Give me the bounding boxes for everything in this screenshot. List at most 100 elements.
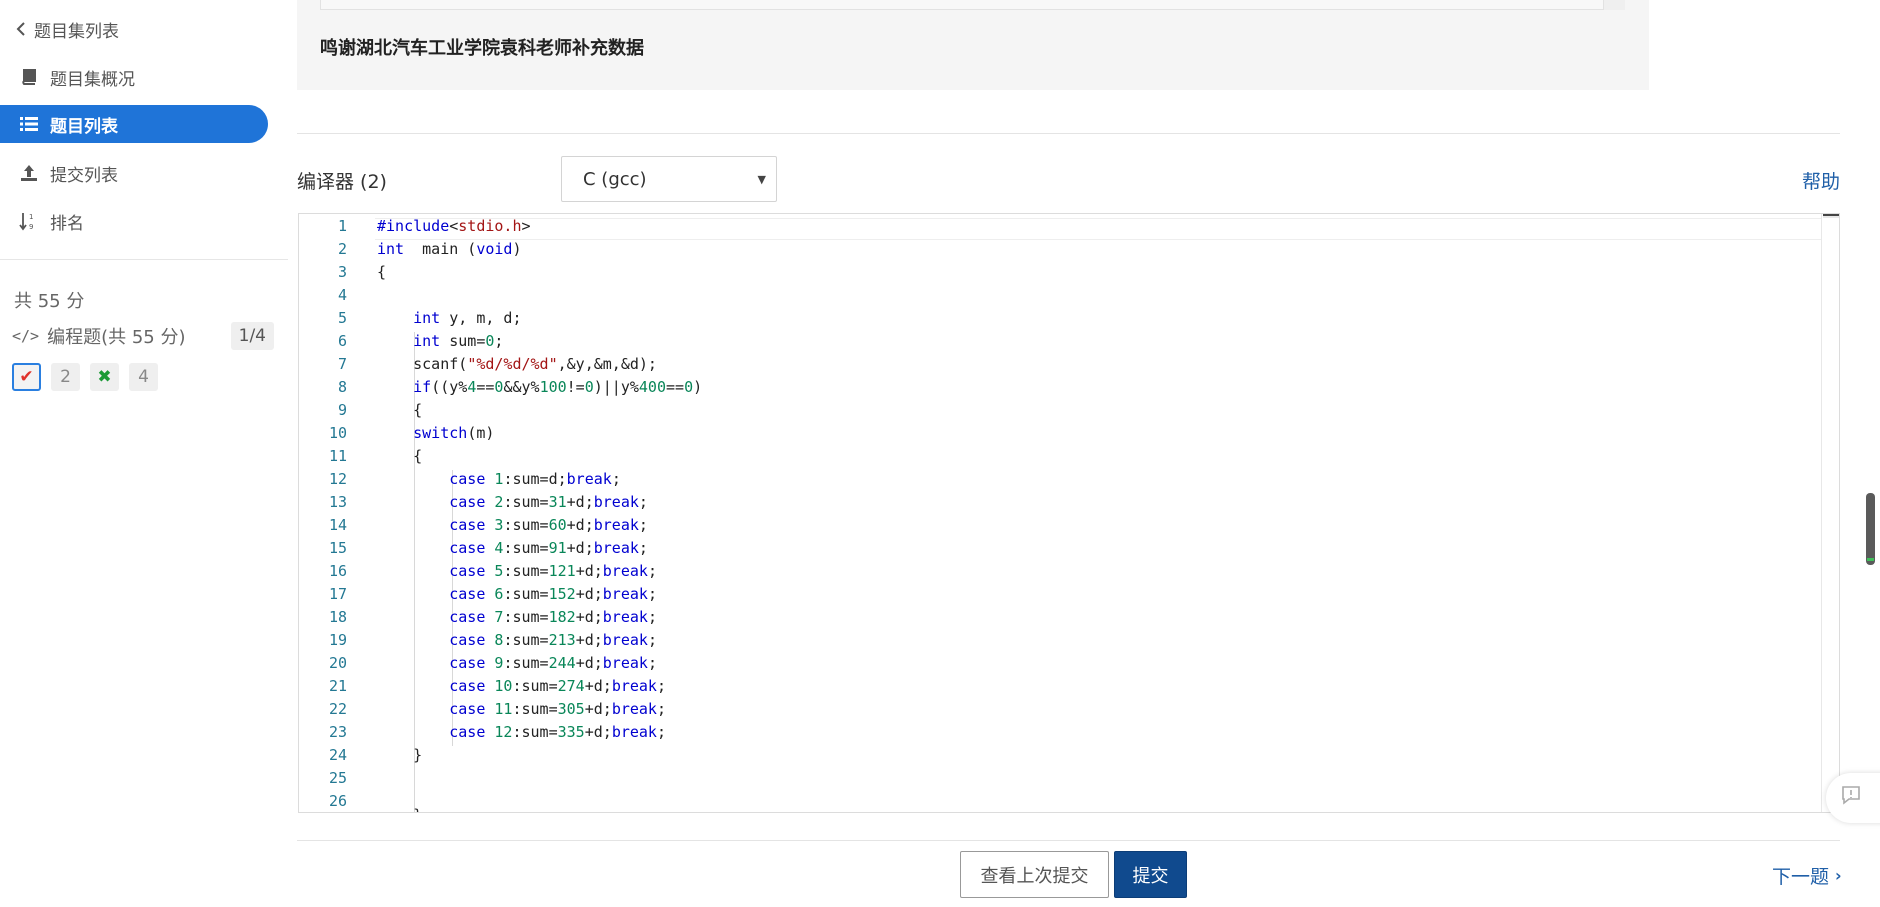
line-number: 3 [337, 263, 347, 281]
compiler-selected-value: C (gcc) [583, 168, 647, 190]
code-line: int y, m, d; [413, 309, 522, 327]
line-number: 11 [328, 447, 347, 465]
code-editor[interactable]: 1 2 3 4 5 6 7 8 9 10 11 12 13 14 15 16 1… [298, 213, 1840, 813]
code-line: } [377, 746, 423, 764]
question-4-button[interactable]: 4 [129, 363, 158, 391]
line-number: 21 [328, 677, 347, 695]
code-line: case 3:sum=60+d;break; [449, 516, 648, 534]
code-line: { [377, 447, 423, 465]
line-number: 26 [328, 792, 347, 810]
sidebar-item-label: 题目集概况 [50, 69, 135, 90]
next-problem-label: 下一题 [1772, 866, 1830, 888]
chevron-left-icon [14, 18, 28, 40]
code-line: case 4:sum=91+d;break; [449, 539, 648, 557]
feedback-icon [1840, 784, 1862, 812]
code-line: scanf("%d/%d/%d",&y,&m,&d); [377, 355, 657, 373]
sidebar-item-label: 排名 [50, 213, 84, 234]
line-number: 14 [328, 516, 347, 534]
sidebar-item-label: 题目列表 [50, 116, 118, 137]
submit-button[interactable]: 提交 [1114, 851, 1187, 898]
editor-scrollbar-thumb[interactable] [1823, 214, 1839, 218]
line-number: 12 [328, 470, 347, 488]
line-number: 25 [328, 769, 347, 787]
line-number: 10 [328, 424, 347, 442]
code-line: case 9:sum=244+d;break; [449, 654, 657, 672]
question-2-button[interactable]: 2 [51, 363, 80, 391]
line-number: 24 [328, 746, 347, 764]
caret-down-icon: ▼ [757, 173, 766, 186]
help-link[interactable]: 帮助 [1802, 167, 1840, 194]
code-line: switch(m) [413, 424, 495, 442]
editor-scrollbar-track[interactable] [1821, 214, 1822, 812]
line-number: 18 [328, 608, 347, 626]
code-line: case 1:sum=d;break; [449, 470, 621, 488]
code-line: case 7:sum=182+d;break; [449, 608, 657, 626]
code-line: case 6:sum=152+d;break; [449, 585, 657, 603]
line-number: 13 [328, 493, 347, 511]
back-to-problem-sets-link[interactable]: 题目集列表 [14, 10, 119, 48]
section-progress: 1/4 [230, 322, 274, 350]
sidebar-item-ranking[interactable]: 19 排名 [18, 202, 84, 240]
line-number-gutter: 1 2 3 4 5 6 7 8 9 10 11 12 13 14 15 16 1… [299, 214, 373, 812]
line-number: 7 [337, 355, 347, 373]
code-line: int sum=0; [413, 332, 504, 350]
line-number: 8 [337, 378, 347, 396]
code-line: { [377, 401, 423, 419]
code-line: if((y%4==0&&y%100!=0)||y%400==0) [413, 378, 703, 396]
code-line: #include<stdio.h> [377, 217, 531, 235]
question-list: ✔ 2 ✖ 4 [12, 363, 158, 391]
book-icon [18, 66, 40, 88]
line-number: 5 [337, 309, 347, 327]
code-line: int main (void) [377, 240, 522, 258]
sample-box-scroll[interactable] [1603, 0, 1625, 10]
line-number: 17 [328, 585, 347, 603]
compiler-select[interactable]: C (gcc) ▼ [561, 156, 777, 202]
feedback-button[interactable] [1826, 773, 1880, 823]
view-last-submission-button[interactable]: 查看上次提交 [960, 851, 1109, 898]
code-line: case 2:sum=31+d;break; [449, 493, 648, 511]
next-problem-link[interactable]: 下一题 › [1772, 862, 1842, 889]
line-number: 1 [337, 217, 347, 235]
svg-text:9: 9 [29, 223, 33, 231]
sidebar-item-overview[interactable]: 题目集概况 [18, 58, 135, 96]
list-icon [18, 113, 40, 135]
line-number: 15 [328, 539, 347, 557]
line-number: 9 [337, 401, 347, 419]
line-number: 23 [328, 723, 347, 741]
upload-icon [18, 162, 40, 184]
problem-acknowledgement: 鸣谢湖北汽车工业学院袁科老师补充数据 [320, 38, 644, 59]
line-number: 19 [328, 631, 347, 649]
chevron-right-icon: › [1835, 866, 1842, 885]
code-line: case 5:sum=121+d;break; [449, 562, 657, 580]
code-icon: </> [12, 327, 40, 345]
svg-text:1: 1 [29, 213, 33, 221]
compiler-label: 编译器 (2) [297, 171, 387, 193]
question-3-button[interactable]: ✖ [90, 363, 119, 391]
code-line: } [377, 806, 422, 812]
sample-box [320, 0, 1625, 10]
sort-numeric-icon: 19 [18, 210, 40, 232]
line-number: 16 [328, 562, 347, 580]
current-line-highlight [375, 218, 1821, 240]
sidebar-divider [0, 259, 288, 260]
code-line: case 8:sum=213+d;break; [449, 631, 657, 649]
section-label: 编程题(共 55 分) [47, 327, 186, 348]
sidebar-item-submissions[interactable]: 提交列表 [18, 154, 118, 192]
code-line: case 11:sum=305+d;break; [449, 700, 666, 718]
line-number: 4 [337, 286, 347, 304]
code-line: { [377, 263, 387, 281]
line-number: 2 [337, 240, 347, 258]
back-label: 题目集列表 [34, 21, 119, 42]
footer-divider [297, 840, 1840, 841]
sidebar-item-problem-list[interactable]: 题目列表 [0, 105, 268, 143]
main-divider [297, 133, 1840, 134]
scroll-marker [1867, 558, 1874, 561]
page-scrollbar-thumb[interactable] [1866, 493, 1875, 565]
question-1-button[interactable]: ✔ [12, 363, 41, 391]
code-line: case 12:sum=335+d;break; [449, 723, 666, 741]
line-number: 22 [328, 700, 347, 718]
section-programming[interactable]: </> 编程题(共 55 分) 1/4 [12, 322, 274, 350]
total-score: 共 55 分 [14, 291, 85, 312]
sidebar: 题目集列表 题目集概况 题目列表 提交列表 19 排名 共 55 分 </> 编… [0, 0, 288, 907]
code-line: case 10:sum=274+d;break; [449, 677, 666, 695]
